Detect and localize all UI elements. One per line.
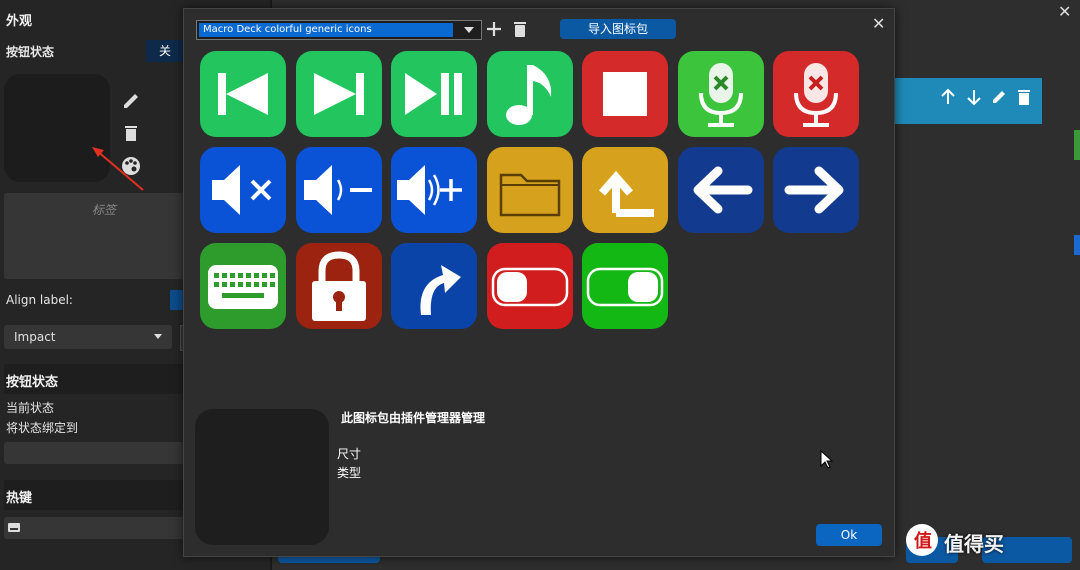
add-icon[interactable] [484, 19, 504, 39]
trash-icon[interactable] [1016, 88, 1032, 106]
icon-tile[interactable] [773, 147, 859, 233]
icon-tile[interactable] [295, 51, 382, 137]
icon-tile[interactable] [486, 51, 573, 137]
edge-marker [1074, 130, 1080, 160]
icon-tile[interactable] [677, 147, 764, 233]
red-arrow-annotation [92, 147, 144, 191]
music-note-icon [505, 65, 551, 125]
import-icon-pack-button[interactable]: 导入图标包 [560, 19, 676, 39]
lock-icon [311, 251, 366, 321]
arrow-up-icon[interactable] [940, 88, 956, 106]
button-state-section-title: 按钮状态 [6, 375, 59, 390]
icon-tile[interactable] [200, 243, 286, 329]
mic-mute-red-icon [794, 63, 838, 127]
pencil-icon[interactable] [120, 90, 142, 112]
icon-tile[interactable] [677, 51, 764, 137]
hotkey-field[interactable] [4, 517, 190, 539]
play-pause-icon [405, 73, 462, 115]
trash-icon[interactable] [120, 122, 142, 144]
folder-up-icon [598, 170, 654, 217]
icon-tile[interactable] [391, 243, 477, 329]
stop-icon [603, 72, 647, 116]
svg-text:值: 值 [914, 530, 932, 552]
icon-tile[interactable] [391, 51, 477, 137]
appearance-title: 外观 [6, 14, 33, 29]
button-state-toggle[interactable]: 关 [146, 40, 184, 62]
icon-pack-select[interactable]: Macro Deck colorful generic icons [196, 20, 482, 40]
toggle-on-icon [586, 267, 664, 307]
button-state-label: 按钮状态 [6, 45, 55, 59]
font-select-value: Impact [14, 330, 56, 344]
dialog-close-icon[interactable]: ✕ [872, 14, 885, 33]
mouse-cursor-icon [820, 450, 834, 469]
arrow-left-icon [693, 166, 752, 214]
icon-tile[interactable] [391, 147, 477, 233]
current-state-label: 当前状态 [6, 401, 55, 415]
trash-icon[interactable] [510, 19, 530, 39]
font-select[interactable]: Impact [4, 325, 172, 349]
keyboard-small-icon [8, 523, 20, 532]
toggle-off-icon [491, 267, 568, 307]
volume-mute-icon [212, 165, 272, 215]
watermark-text: 值得买 [944, 532, 1004, 556]
icon-tile[interactable] [773, 51, 859, 137]
icon-pack-dialog: Macro Deck colorful generic icons 导入图标包 … [183, 8, 895, 557]
volume-down-icon [303, 165, 372, 215]
icon-tile[interactable] [582, 51, 668, 137]
edit-icon[interactable] [990, 88, 1006, 106]
folder-icon [499, 173, 560, 217]
edge-marker [1074, 235, 1080, 255]
mic-mute-green-icon [698, 63, 743, 127]
bind-state-field[interactable] [4, 442, 190, 464]
managed-by-plugin-text: 此图标包由插件管理器管理 [341, 411, 486, 425]
icon-tile[interactable] [486, 243, 573, 329]
icon-tile[interactable] [295, 243, 382, 329]
icon-tile[interactable] [200, 51, 286, 137]
redirect-arrow-icon [420, 265, 461, 315]
icon-pack-select-value: Macro Deck colorful generic icons [199, 23, 453, 37]
type-label: 类型 [337, 466, 362, 480]
skip-forward-icon [313, 73, 364, 115]
arrow-down-icon[interactable] [966, 88, 982, 106]
skip-back-icon [218, 73, 268, 115]
icon-tile[interactable] [486, 147, 573, 233]
chevron-down-icon [464, 27, 474, 33]
icon-tile[interactable] [582, 243, 668, 329]
volume-up-icon [397, 165, 462, 215]
icon-tile[interactable] [200, 147, 286, 233]
arrow-right-icon [784, 166, 844, 214]
align-label-text: Align label: [6, 293, 73, 307]
chevron-down-icon [154, 334, 162, 339]
keyboard-icon [208, 265, 278, 309]
icon-tile[interactable] [582, 147, 668, 233]
selected-icon-preview [195, 409, 329, 545]
label-text-area[interactable]: 标签 [4, 193, 204, 279]
selected-action-row[interactable] [890, 78, 1042, 124]
label-placeholder: 标签 [91, 203, 116, 217]
ok-button[interactable]: Ok [816, 524, 882, 546]
icon-tile[interactable] [295, 147, 382, 233]
hotkey-title: 热键 [6, 491, 33, 506]
bind-state-label: 将状态绑定到 [6, 421, 79, 435]
watermark-logo-icon: 值 [906, 524, 938, 556]
window-close-icon[interactable]: ✕ [1058, 2, 1071, 21]
size-label: 尺寸 [337, 447, 362, 461]
